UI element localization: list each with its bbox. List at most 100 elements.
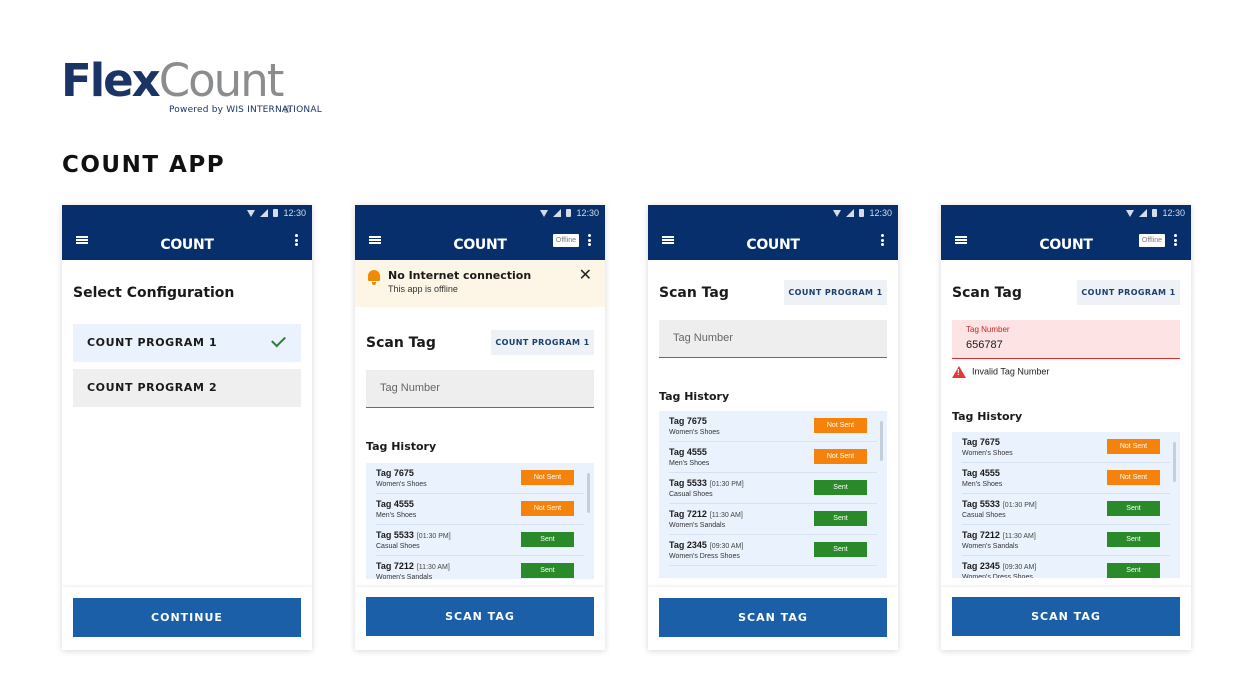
tag-description: Women's Shoes	[376, 481, 427, 488]
tag-label: Tag 5533	[376, 530, 414, 540]
scan-tag-button[interactable]: SCAN TAG	[952, 597, 1180, 636]
tag-number: Tag 2345 [09:30 AM]	[962, 561, 1036, 571]
more-options-icon[interactable]	[1174, 234, 1177, 246]
tag-number: Tag 7212 [11:30 AM]	[669, 509, 743, 519]
tag-number: Tag 7675	[376, 468, 414, 478]
list-item[interactable]: Tag 7675 Women's Shoes Not Sent	[376, 463, 584, 494]
tag-number: Tag 4555	[962, 468, 1000, 478]
tag-description: Men's Shoes	[669, 460, 710, 467]
wifi-icon	[540, 209, 549, 217]
list-item[interactable]: Tag 7212 [11:30 AM] Women's Sandals Sent	[962, 525, 1170, 556]
list-item[interactable]: Tag 2345 [09:30 AM] Women's Dress Shoes Sen…	[962, 556, 1170, 578]
program-chip[interactable]: COUNT PROGRAM 1	[491, 330, 594, 355]
more-options-icon[interactable]	[588, 234, 591, 246]
app-bar: 12:30 COUNT Offline	[355, 205, 605, 260]
scan-tag-button[interactable]: SCAN TAG	[659, 598, 887, 637]
tag-description: Women's Sandals	[962, 543, 1019, 550]
config-option-program-2[interactable]: COUNT PROGRAM 2	[73, 369, 301, 407]
tag-label: Tag 5533	[962, 499, 1000, 509]
list-item[interactable]: Tag 7675 Women's Shoes Not Sent	[962, 432, 1170, 463]
close-icon[interactable]: ✕	[579, 268, 592, 284]
tag-description: Women's Dress Shoes	[962, 574, 1033, 578]
logo-count: Count	[158, 54, 285, 107]
continue-button[interactable]: CONTINUE	[73, 598, 301, 637]
tag-number: Tag 7212 [11:30 AM]	[376, 561, 450, 571]
tag-number: Tag 4555	[669, 447, 707, 457]
scrollbar[interactable]	[1173, 442, 1176, 482]
signal-icon	[553, 209, 562, 217]
wifi-icon	[247, 209, 256, 217]
status-badge: Sent	[1107, 563, 1160, 578]
status-time: 12:30	[283, 208, 306, 218]
status-bar: 12:30	[833, 208, 892, 218]
config-option-program-1[interactable]: COUNT PROGRAM 1	[73, 324, 301, 362]
tag-number-input-error[interactable]: Tag Number 656787	[952, 320, 1180, 359]
tag-label: Tag 7675	[669, 416, 707, 426]
status-badge: Sent	[814, 542, 867, 557]
program-chip[interactable]: COUNT PROGRAM 1	[784, 280, 887, 305]
bottom-action-area: SCAN TAG	[648, 587, 898, 650]
more-options-icon[interactable]	[881, 234, 884, 246]
tag-label: Tag 5533	[669, 478, 707, 488]
offline-badge: Offline	[552, 234, 579, 247]
tag-description: Casual Shoes	[962, 512, 1006, 519]
phone-invalid-tag: 12:30 COUNT Offline Scan Tag COUNT PROGR…	[941, 205, 1191, 650]
history-rows: Tag 7675 Women's Shoes Not Sent Tag 4555 Men…	[659, 411, 887, 566]
tag-history-list[interactable]: Tag 7675 Women's Shoes Not Sent Tag 4555 Men…	[659, 411, 887, 578]
tag-description: Casual Shoes	[669, 491, 713, 498]
tag-label: Tag 2345	[962, 561, 1000, 571]
app-bar: 12:30 COUNT Offline	[941, 205, 1191, 260]
app-title: COUNT	[746, 237, 800, 253]
scan-tag-button[interactable]: SCAN TAG	[366, 597, 594, 636]
tag-number: Tag 2345 [09:30 AM]	[669, 540, 743, 550]
logo-flex: Flex	[61, 54, 161, 107]
tag-time: [11:30 AM]	[709, 512, 743, 519]
scan-tag-heading: Scan Tag	[952, 285, 1022, 301]
list-item[interactable]: Tag 5533 [01:30 PM] Casual Shoes Sent	[962, 494, 1170, 525]
status-badge: Sent	[521, 532, 574, 547]
list-item[interactable]: Tag 4555 Men's Shoes Not Sent	[376, 494, 584, 525]
tag-description: Men's Shoes	[376, 512, 417, 519]
list-item[interactable]: Tag 2345 [09:30 AM] Women's Dress Shoes Sen…	[669, 535, 877, 566]
phone-offline-scan: 12:30 COUNT Offline No Internet connecti…	[355, 205, 605, 650]
tag-history-list[interactable]: Tag 7675 Women's Shoes Not Sent Tag 4555 Men…	[366, 463, 594, 579]
phone-select-configuration: 12:30 COUNT Select Configuration COUNT P…	[62, 205, 312, 650]
list-item[interactable]: Tag 5533 [01:30 PM] Casual Shoes Sent	[669, 473, 877, 504]
scan-tag-heading: Scan Tag	[366, 335, 436, 351]
list-item[interactable]: Tag 5533 [01:30 PM] Casual Shoes Sent	[376, 525, 584, 556]
tag-number-placeholder: Tag Number	[380, 382, 440, 394]
tag-history-heading: Tag History	[659, 390, 730, 403]
status-badge: Not Sent	[521, 470, 574, 485]
list-item[interactable]: Tag 7212 [11:30 AM] Women's Sandals Sent	[376, 556, 584, 579]
app-bar: 12:30 COUNT	[62, 205, 312, 260]
bottom-action-area: SCAN TAG	[941, 587, 1191, 650]
tag-time: [11:30 AM]	[1002, 533, 1036, 540]
tag-history-list[interactable]: Tag 7675 Women's Shoes Not Sent Tag 4555 Men…	[952, 432, 1180, 578]
status-badge: Sent	[814, 480, 867, 495]
scrollbar[interactable]	[880, 421, 883, 461]
app-title: COUNT	[160, 237, 214, 253]
program-chip[interactable]: COUNT PROGRAM 1	[1077, 280, 1180, 305]
signal-icon	[846, 209, 855, 217]
offline-banner: No Internet connection This app is offli…	[355, 260, 605, 307]
tag-label: Tag 4555	[962, 468, 1000, 478]
tag-label: Tag 7212	[962, 530, 1000, 540]
more-options-icon[interactable]	[295, 234, 298, 246]
tag-time: [01:30 PM]	[1002, 502, 1037, 509]
list-item[interactable]: Tag 4555 Men's Shoes Not Sent	[962, 463, 1170, 494]
list-item[interactable]: Tag 7212 [11:30 AM] Women's Sandals Sent	[669, 504, 877, 535]
history-rows: Tag 7675 Women's Shoes Not Sent Tag 4555 Men…	[952, 432, 1180, 578]
status-bar: 12:30	[1126, 208, 1185, 218]
scan-tag-heading: Scan Tag	[659, 285, 729, 301]
tag-number-input[interactable]: Tag Number	[366, 370, 594, 408]
select-configuration-heading: Select Configuration	[73, 285, 235, 301]
tag-number-placeholder: Tag Number	[673, 332, 733, 344]
signal-icon	[1139, 209, 1148, 217]
list-item[interactable]: Tag 4555 Men's Shoes Not Sent	[669, 442, 877, 473]
tag-history-heading: Tag History	[366, 440, 437, 453]
tag-number-input[interactable]: Tag Number	[659, 320, 887, 358]
list-item[interactable]: Tag 7675 Women's Shoes Not Sent	[669, 411, 877, 442]
tag-label: Tag 4555	[376, 499, 414, 509]
tag-number-value: 656787	[966, 339, 1003, 351]
scrollbar[interactable]	[587, 473, 590, 513]
